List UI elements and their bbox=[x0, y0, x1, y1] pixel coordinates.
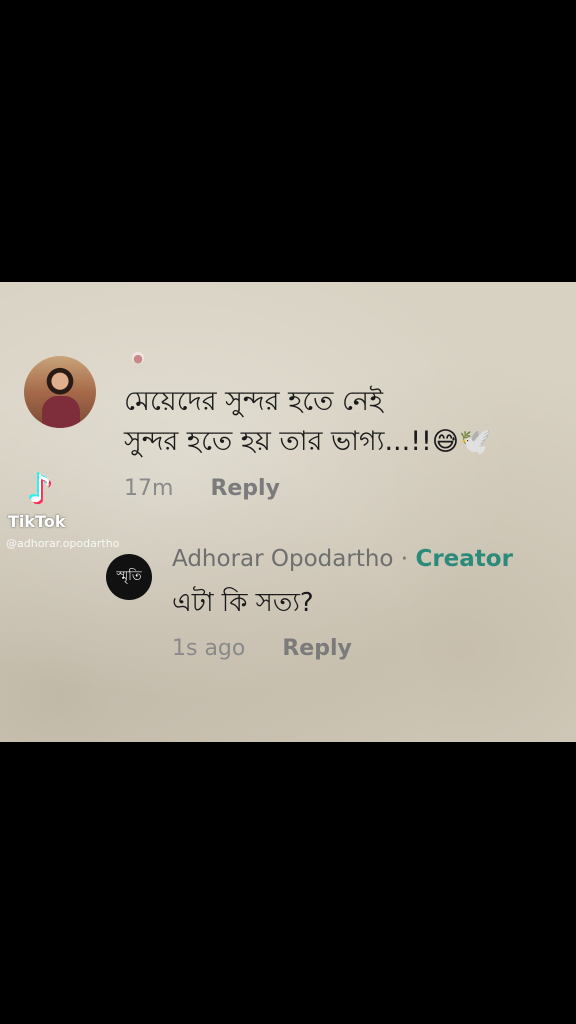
comment-line-1: মেয়েদের সুন্দর হতে নেই bbox=[124, 386, 384, 417]
tiktok-note-icon: ♪ bbox=[28, 467, 53, 511]
creator-badge: Creator bbox=[415, 546, 513, 572]
tiktok-wordmark: TikTok bbox=[8, 512, 66, 531]
comment-timestamp: 17m bbox=[124, 476, 174, 501]
avatar-figure bbox=[42, 396, 80, 428]
commenter-avatar[interactable] bbox=[24, 356, 96, 428]
comment-reply-button[interactable]: Reply bbox=[210, 476, 280, 501]
creator-avatar-text: স্মৃতি bbox=[116, 568, 142, 584]
creator-avatar[interactable]: স্মৃতি bbox=[106, 554, 152, 600]
reply-text: এটা কি সত্য? bbox=[172, 588, 314, 618]
reply-timestamp: 1s ago bbox=[172, 636, 246, 661]
comment-line-2-text: সুন্দর হতে হয় তার ভাগ্য...!! bbox=[124, 426, 432, 457]
emoji-icon: 😅🕊️ bbox=[431, 427, 492, 457]
status-dot-icon bbox=[132, 352, 144, 364]
comment-text: মেয়েদের সুন্দর হতে নেই সুন্দর হতে হয় ত… bbox=[124, 382, 491, 462]
reply-meta: 1s ago Reply bbox=[172, 636, 352, 661]
reply-reply-button[interactable]: Reply bbox=[282, 636, 352, 661]
comment-screenshot-frame: মেয়েদের সুন্দর হতে নেই সুন্দর হতে হয় ত… bbox=[0, 282, 576, 742]
tiktok-handle: @adhorar.opodartho bbox=[6, 537, 120, 550]
comment-line-2: সুন্দর হতে হয় তার ভাগ্য...!!😅🕊️ bbox=[124, 422, 491, 462]
comment-meta: 17m Reply bbox=[124, 476, 280, 501]
author-separator: · bbox=[393, 546, 416, 572]
reply-author-name[interactable]: Adhorar Opodartho bbox=[172, 546, 394, 572]
reply-author-line: Adhorar Opodartho · Creator bbox=[172, 546, 513, 572]
